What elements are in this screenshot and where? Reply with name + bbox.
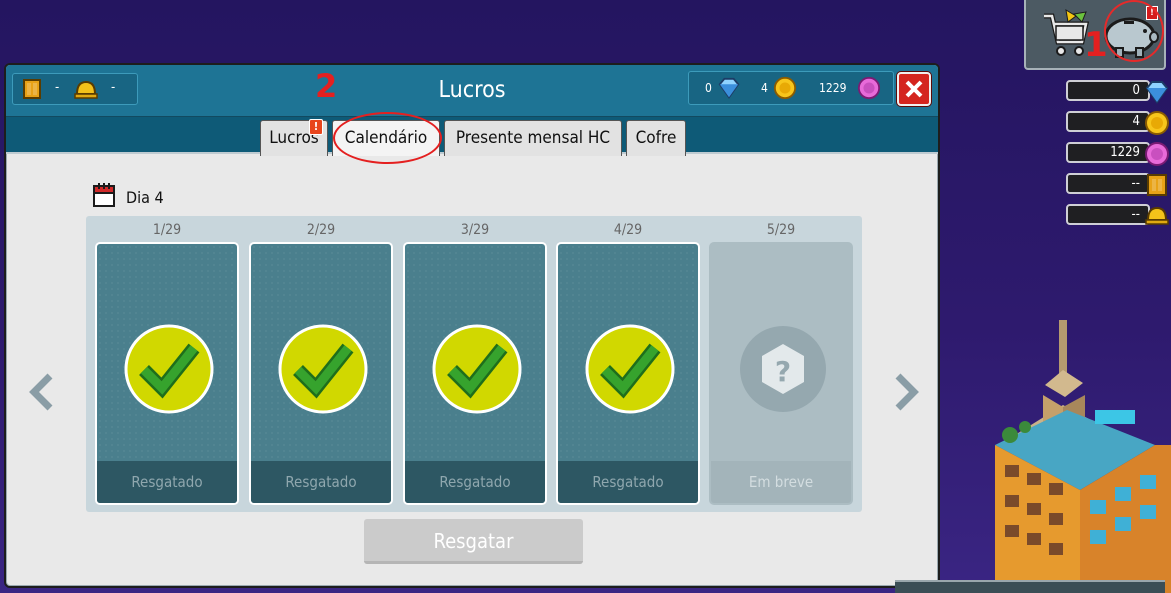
calendar-panel: 1/29 Resgatado 2/29 Resgatado 3/29 Resga… <box>86 216 862 512</box>
diamond-icon <box>1145 81 1169 104</box>
wallet-diamonds-value: 0 <box>705 81 712 95</box>
currency-builder[interactable]: -- <box>1066 204 1169 225</box>
tab-presente-mensal-hc[interactable]: Presente mensal HC <box>444 120 622 156</box>
check-icon <box>432 324 522 414</box>
ducket-icon <box>1145 142 1169 166</box>
day-number: 1/29 <box>152 222 182 238</box>
claim-button[interactable]: Resgatar <box>364 519 583 564</box>
currency-list: 0 4 1229 -- -- <box>1066 80 1169 235</box>
day-box: Resgatado <box>249 242 393 505</box>
builder-helmet-icon <box>1145 206 1169 225</box>
credit-coin-icon <box>773 76 797 100</box>
calendar-content: Dia 4 1/29 Resgatado 2/29 Resgatado 3/29 <box>6 154 938 586</box>
close-icon <box>905 80 923 98</box>
close-button[interactable] <box>897 72 931 106</box>
wallet-duckets-value: 1229 <box>819 81 847 95</box>
next-arrow-icon[interactable] <box>892 372 920 412</box>
day-status: Em breve <box>711 461 851 503</box>
tab-bar: Lucros ! Calendário Presente mensal HC C… <box>6 117 938 156</box>
check-icon <box>124 324 214 414</box>
currency-credits[interactable]: 4 <box>1066 111 1169 135</box>
tab-cofre[interactable]: Cofre <box>626 120 686 156</box>
day-status: Resgatado <box>251 461 391 503</box>
diamond-icon <box>718 77 740 99</box>
earnings-window: - - 2 Lucros 0 4 1229 Lucros ! Calendári… <box>4 63 940 588</box>
svg-text:?: ? <box>775 355 791 388</box>
calendar-icon <box>93 183 115 207</box>
wallet-credits-value: 4 <box>761 81 768 95</box>
day-number: 2/29 <box>306 222 336 238</box>
ducket-icon <box>857 76 881 100</box>
city-building-image <box>995 320 1171 593</box>
annotation-circle-bank <box>1104 0 1164 62</box>
day-number: 4/29 <box>613 222 643 238</box>
currency-hc[interactable]: -- <box>1066 173 1167 196</box>
day-number: 3/29 <box>460 222 490 238</box>
mystery-box-icon: ? <box>740 326 826 412</box>
check-icon <box>585 324 675 414</box>
titlebar-wallet: 0 4 1229 <box>688 71 894 105</box>
window-titlebar[interactable]: - - 2 Lucros 0 4 1229 <box>6 65 938 117</box>
day-number: 5/29 <box>766 222 796 238</box>
day-card[interactable]: 3/29 Resgatado <box>401 216 549 506</box>
day-box: Resgatado <box>403 242 547 505</box>
day-status: Resgatado <box>97 461 237 503</box>
annotation-marker-1: 1 <box>1084 25 1108 65</box>
previous-arrow-icon[interactable] <box>28 372 56 412</box>
day-status: Resgatado <box>558 461 698 503</box>
currency-duckets[interactable]: 1229 <box>1066 142 1169 166</box>
day-box-locked: ? Em breve <box>709 242 853 505</box>
day-card[interactable]: 5/29 ? Em breve <box>707 216 855 506</box>
day-card[interactable]: 1/29 Resgatado <box>93 216 241 506</box>
tab-lucros[interactable]: Lucros ! <box>260 119 328 156</box>
credit-coin-icon <box>1145 111 1169 135</box>
tab-alert-badge: ! <box>309 119 323 135</box>
day-box: Resgatado <box>95 242 239 505</box>
day-box: Resgatado <box>556 242 700 505</box>
check-icon <box>278 324 368 414</box>
tab-calendario[interactable]: Calendário <box>332 120 440 156</box>
currency-diamonds[interactable]: 0 <box>1066 80 1169 104</box>
bottom-toolbar <box>895 580 1165 593</box>
hc-icon <box>1147 174 1167 196</box>
day-card[interactable]: 2/29 Resgatado <box>247 216 395 506</box>
day-status: Resgatado <box>405 461 545 503</box>
day-card[interactable]: 4/29 Resgatado <box>554 216 702 506</box>
